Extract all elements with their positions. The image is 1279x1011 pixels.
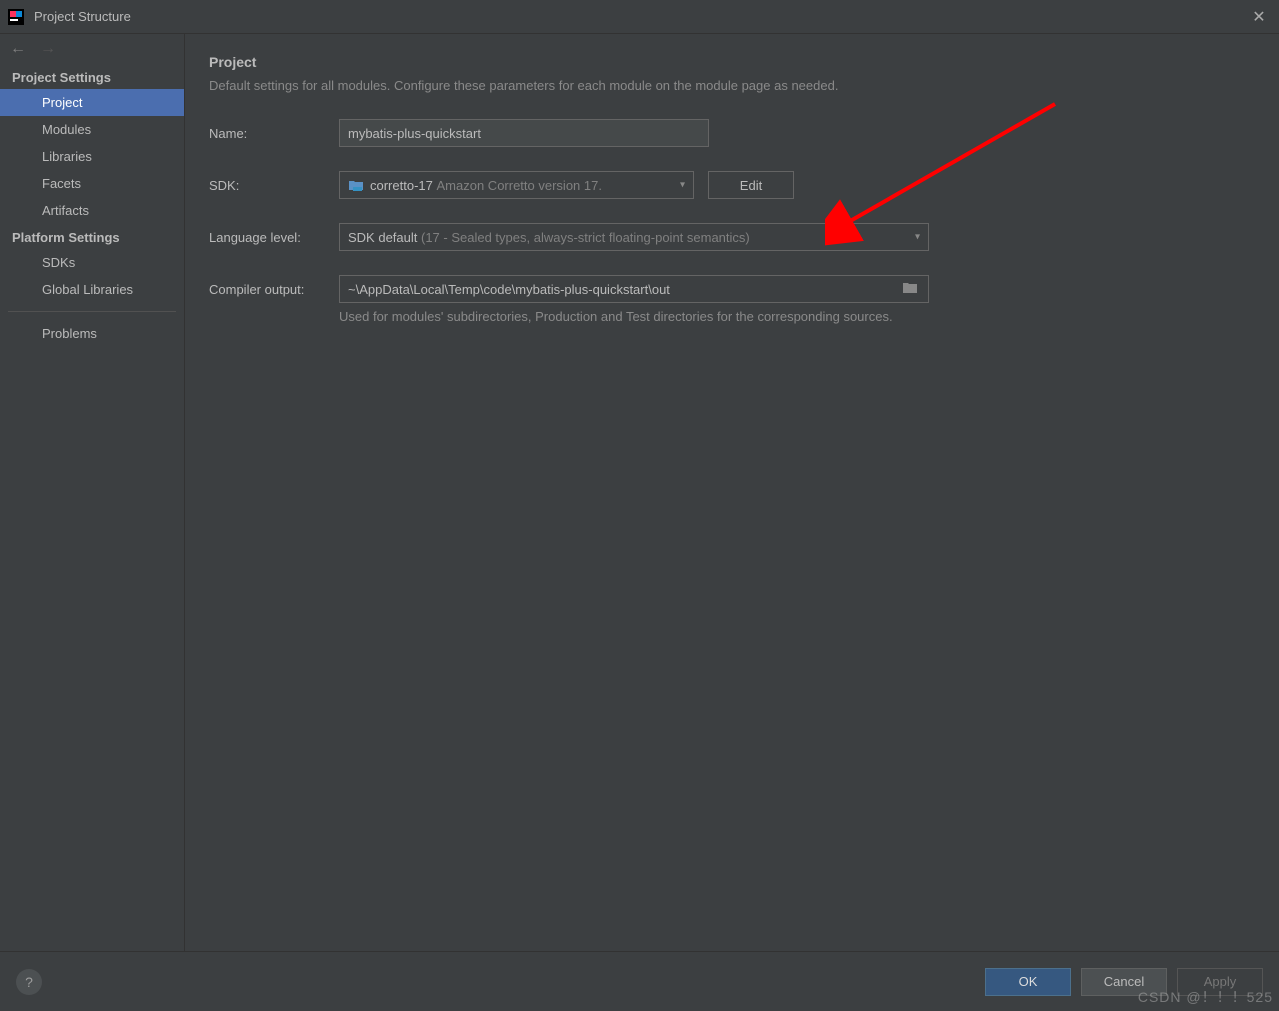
sidebar-item-problems[interactable]: Problems — [0, 320, 184, 347]
compiler-output-input[interactable]: ~\AppData\Local\Temp\code\mybatis-plus-q… — [339, 275, 929, 303]
row-sdk: SDK: corretto-17 Amazon Corretto version… — [209, 171, 1255, 199]
sdk-edit-button[interactable]: Edit — [708, 171, 794, 199]
sidebar-divider — [8, 311, 176, 312]
name-label: Name: — [209, 126, 339, 141]
language-level-detail: (17 - Sealed types, always-strict floati… — [421, 230, 750, 245]
sidebar-item-global-libraries[interactable]: Global Libraries — [0, 276, 184, 303]
sidebar-item-label: Modules — [42, 122, 91, 137]
row-compiler-output: Compiler output: ~\AppData\Local\Temp\co… — [209, 275, 1255, 303]
project-name-input[interactable] — [339, 119, 709, 147]
titlebar: Project Structure ✕ — [0, 0, 1279, 34]
section-project-settings: Project Settings — [0, 64, 184, 89]
sidebar-item-facets[interactable]: Facets — [0, 170, 184, 197]
window-title: Project Structure — [34, 9, 131, 24]
compiler-output-label: Compiler output: — [209, 282, 339, 297]
chevron-down-icon: ▾ — [680, 180, 685, 191]
browse-folder-icon[interactable] — [902, 281, 918, 297]
dialog-footer: ? OK Cancel Apply — [0, 951, 1279, 1011]
sdk-label: SDK: — [209, 178, 339, 193]
nav-back-icon[interactable]: ← — [10, 40, 26, 58]
language-level-label: Language level: — [209, 230, 339, 245]
sidebar-nav-toolbar: ← → — [0, 34, 184, 64]
sidebar-item-project[interactable]: Project — [0, 89, 184, 116]
sidebar-item-label: Problems — [42, 326, 97, 341]
sdk-name: corretto-17 — [370, 178, 433, 193]
row-language-level: Language level: SDK default (17 - Sealed… — [209, 223, 1255, 251]
language-level-value: SDK default — [348, 230, 417, 245]
ok-button[interactable]: OK — [985, 968, 1071, 996]
nav-forward-icon: → — [40, 40, 56, 58]
sidebar-item-artifacts[interactable]: Artifacts — [0, 197, 184, 224]
sidebar-item-label: Facets — [42, 176, 81, 191]
row-name: Name: — [209, 119, 1255, 147]
apply-button: Apply — [1177, 968, 1263, 996]
sidebar-item-label: Libraries — [42, 149, 92, 164]
sdk-detail: Amazon Corretto version 17. — [437, 178, 602, 193]
compiler-output-help: Used for modules' subdirectories, Produc… — [339, 309, 1255, 324]
page-subtitle: Default settings for all modules. Config… — [209, 78, 1255, 93]
sidebar: ← → Project Settings Project Modules Lib… — [0, 34, 185, 951]
sidebar-item-label: SDKs — [42, 255, 75, 270]
app-icon — [8, 9, 24, 25]
cancel-button[interactable]: Cancel — [1081, 968, 1167, 996]
help-button[interactable]: ? — [16, 969, 42, 995]
sdk-select[interactable]: corretto-17 Amazon Corretto version 17. … — [339, 171, 694, 199]
section-platform-settings: Platform Settings — [0, 224, 184, 249]
sidebar-item-libraries[interactable]: Libraries — [0, 143, 184, 170]
sidebar-item-label: Project — [42, 95, 82, 110]
main-panel: Project Default settings for all modules… — [185, 34, 1279, 951]
sidebar-item-sdks[interactable]: SDKs — [0, 249, 184, 276]
sidebar-item-label: Global Libraries — [42, 282, 133, 297]
compiler-output-value: ~\AppData\Local\Temp\code\mybatis-plus-q… — [348, 282, 670, 297]
close-icon[interactable]: ✕ — [1247, 5, 1271, 29]
sidebar-item-modules[interactable]: Modules — [0, 116, 184, 143]
folder-icon — [348, 178, 364, 192]
page-title: Project — [209, 54, 1255, 70]
chevron-down-icon: ▾ — [915, 232, 920, 243]
sidebar-item-label: Artifacts — [42, 203, 89, 218]
language-level-select[interactable]: SDK default (17 - Sealed types, always-s… — [339, 223, 929, 251]
